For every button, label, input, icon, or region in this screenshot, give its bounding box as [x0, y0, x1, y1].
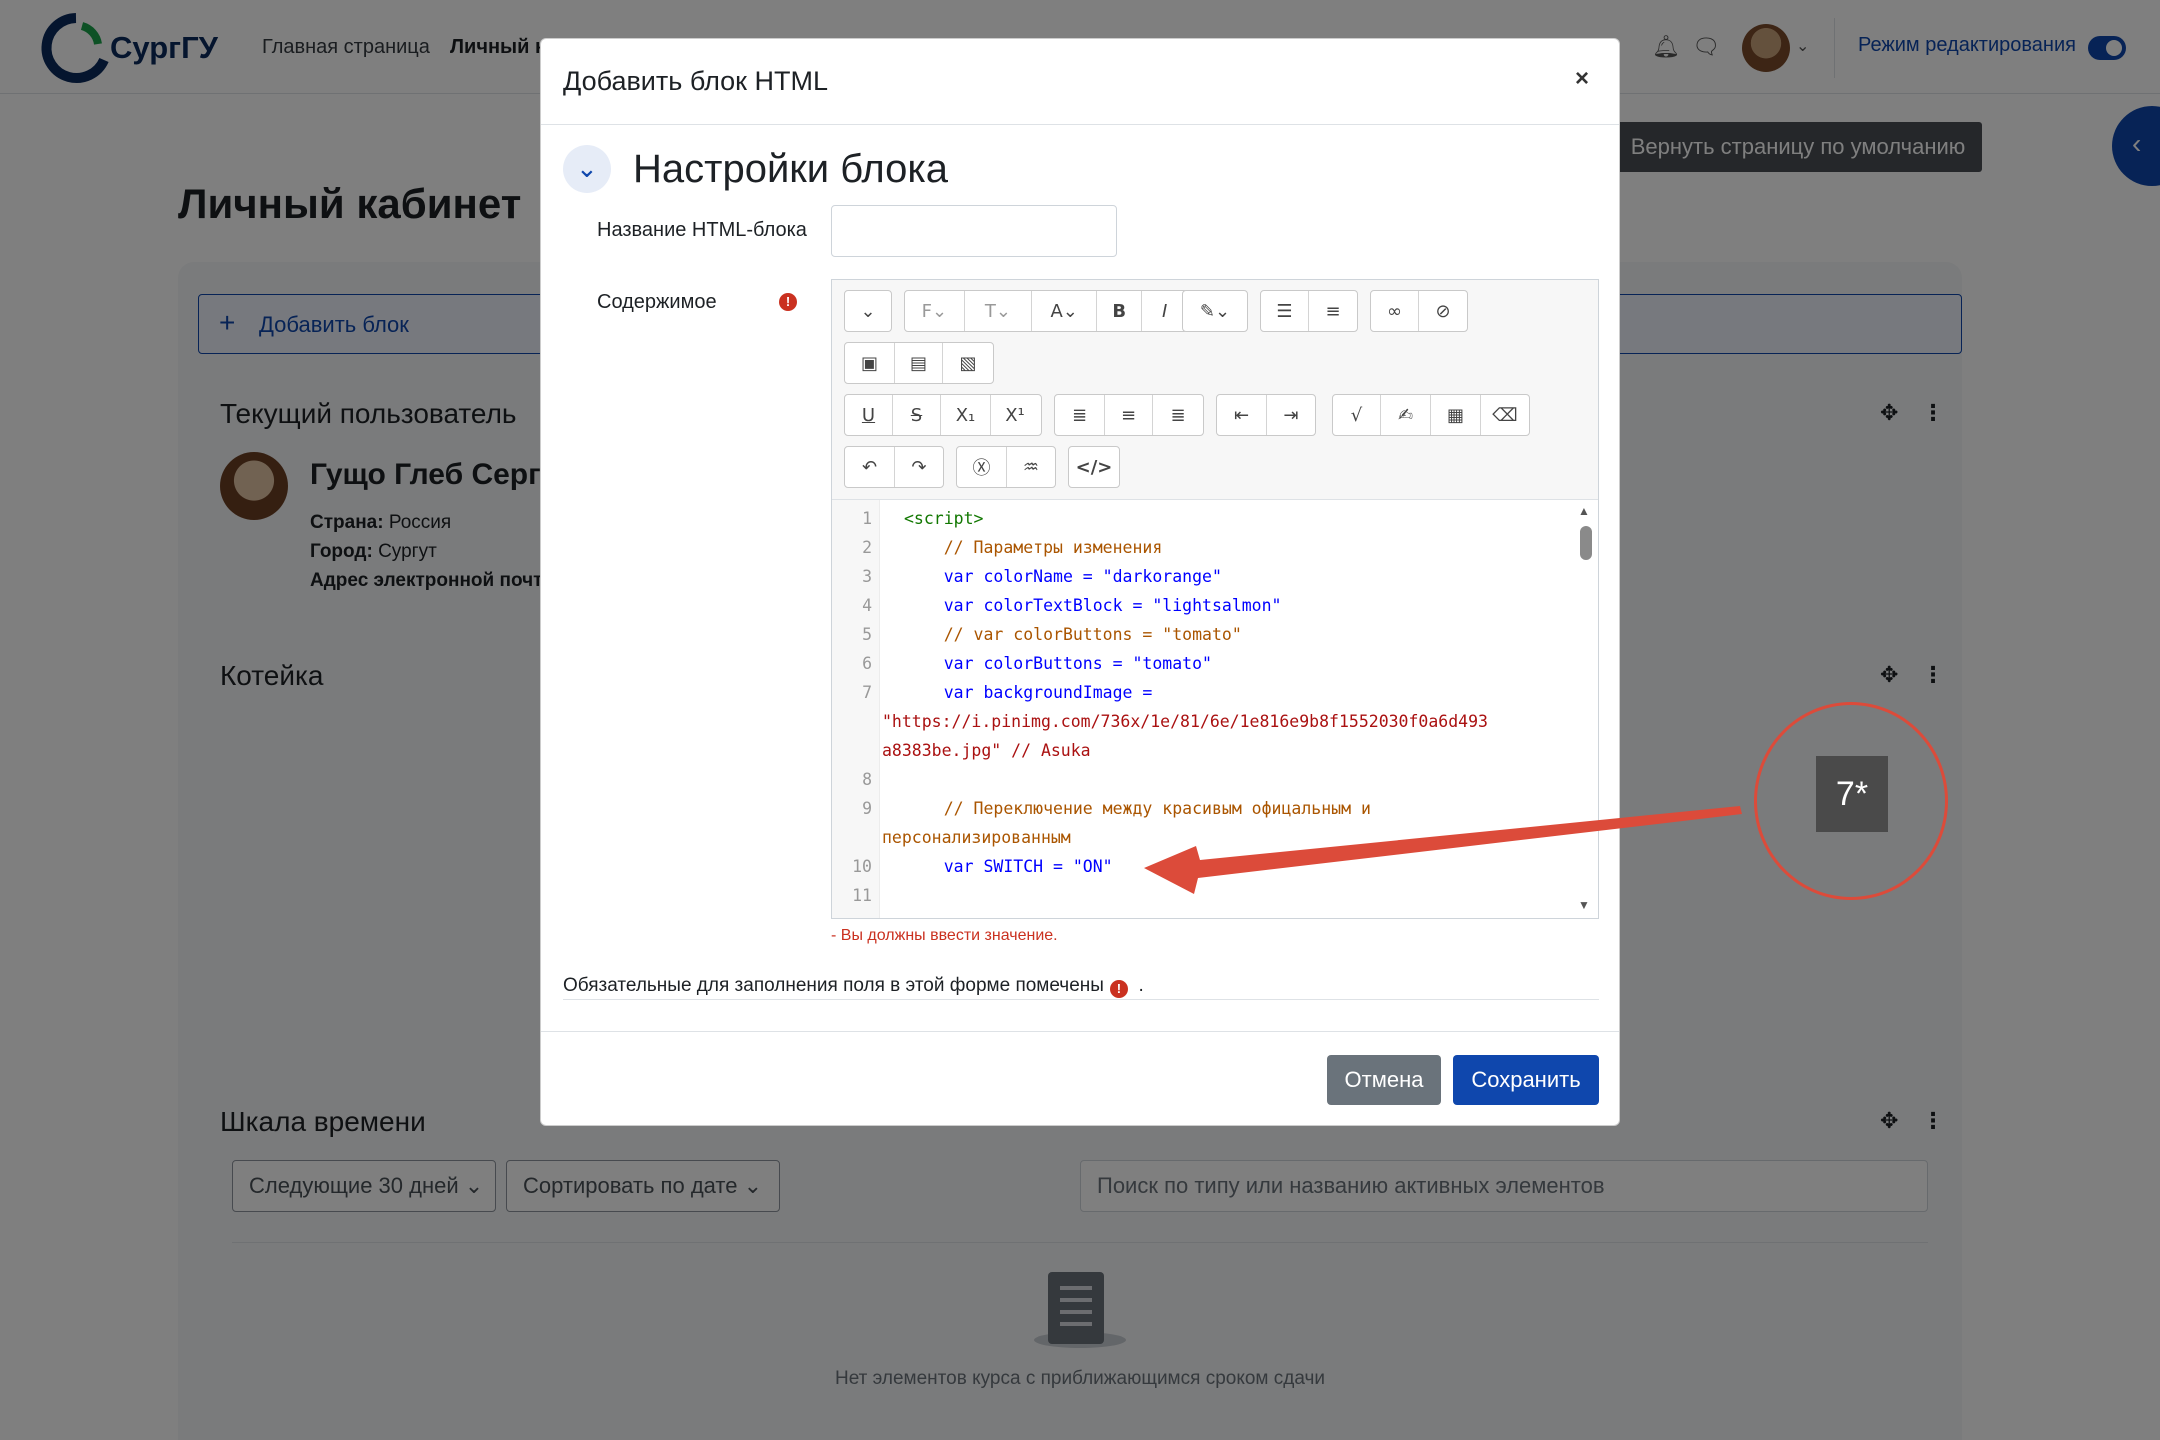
bold-icon[interactable]: B: [1097, 291, 1143, 331]
align-right-icon[interactable]: ≣: [1153, 395, 1203, 435]
editor-toolbar: ⌄ F⌄ T⌄ A⌄ B I ✎⌄ ☰ ≡ ∞ ⊘ ▣ ▤ ▧ U S X₁ X…: [832, 280, 1598, 500]
line-number: 6: [862, 654, 872, 673]
bullet-list-icon[interactable]: ☰: [1261, 291, 1309, 331]
toolbar-group: ▣ ▤ ▧: [844, 342, 994, 384]
screen-reader-icon[interactable]: ♒: [1007, 447, 1055, 487]
code-line: // Переключение между красивым офицальны…: [904, 799, 1371, 818]
toolbar-group: </>: [1068, 446, 1120, 488]
modal-footer-divider: [541, 1031, 1619, 1032]
font-color-icon[interactable]: A⌄: [1032, 291, 1098, 331]
highlight-icon[interactable]: ✎⌄: [1183, 291, 1247, 331]
line-number: 3: [862, 567, 872, 586]
line-number: 4: [862, 596, 872, 615]
divider: [563, 999, 1599, 1000]
add-html-block-dialog: Добавить блок HTML × ⌄ Настройки блока Н…: [540, 38, 1620, 1126]
code-line: var SWITCH = "ON": [904, 857, 1113, 876]
code-line: // var colorButtons = "tomato": [904, 625, 1242, 644]
italic-icon[interactable]: I: [1142, 291, 1187, 331]
block-name-input[interactable]: [831, 205, 1117, 257]
toolbar-group: ⌄: [844, 290, 892, 332]
code-line: var colorName = "darkorange": [904, 567, 1222, 586]
font-size-icon[interactable]: T⌄: [965, 291, 1032, 331]
toolbar-group: F⌄ T⌄ A⌄ B I: [904, 290, 1188, 332]
line-number: 7: [862, 683, 872, 702]
font-family-icon[interactable]: F⌄: [905, 291, 965, 331]
align-left-icon[interactable]: ≣: [1055, 395, 1105, 435]
media-icon[interactable]: ▤: [895, 343, 943, 383]
line-number: 11: [852, 886, 872, 905]
block-name-label: Название HTML-блока: [597, 219, 807, 241]
code-line: // Параметры изменения: [904, 538, 1163, 557]
edit-icon[interactable]: ✍: [1381, 395, 1431, 435]
close-icon[interactable]: ×: [1575, 65, 1589, 93]
content-label: Содержимое: [597, 291, 717, 313]
required-note-text: Обязательные для заполнения поля в этой …: [563, 975, 1104, 996]
toolbar-group: ✎⌄: [1182, 290, 1248, 332]
strikethrough-icon[interactable]: S: [893, 395, 941, 435]
code-line-wrap: "https://i.pinimg.com/736x/1e/81/6e/1e81…: [882, 712, 1488, 731]
modal-title: Добавить блок HTML: [563, 66, 828, 96]
required-icon: !: [1109, 980, 1128, 998]
toolbar-group: ∞ ⊘: [1370, 290, 1468, 332]
image-icon[interactable]: ▣: [845, 343, 895, 383]
line-number: 8: [862, 770, 872, 789]
toolbar-group: U S X₁ X¹: [844, 394, 1042, 436]
code-line: var colorButtons = "tomato": [904, 654, 1212, 673]
save-button[interactable]: Сохранить: [1453, 1055, 1599, 1105]
code-line: <script>: [904, 509, 984, 528]
toolbar-group: ⇤ ⇥: [1216, 394, 1316, 436]
underline-icon[interactable]: U: [845, 395, 893, 435]
modal-header: Добавить блок HTML ×: [541, 39, 1619, 125]
undo-icon[interactable]: ↶: [845, 447, 895, 487]
code-line-wrap: персонализированным: [882, 828, 1071, 847]
toolbar-group: ↶ ↷: [844, 446, 944, 488]
toolbar-group: ≣ ≡ ≣: [1054, 394, 1204, 436]
accessibility-checker-icon[interactable]: Ⓧ: [957, 447, 1007, 487]
outdent-icon[interactable]: ⇤: [1217, 395, 1267, 435]
code-line: var colorTextBlock = "lightsalmon": [904, 596, 1282, 615]
section-collapse-toggle[interactable]: ⌄: [563, 145, 611, 193]
line-number: 10: [852, 857, 872, 876]
html-editor[interactable]: ⌄ F⌄ T⌄ A⌄ B I ✎⌄ ☰ ≡ ∞ ⊘ ▣ ▤ ▧ U S X₁ X…: [831, 279, 1599, 919]
chevron-down-icon: ⌄: [576, 153, 598, 183]
link-icon[interactable]: ∞: [1371, 291, 1419, 331]
line-number: 2: [862, 538, 872, 557]
redo-icon[interactable]: ↷: [895, 447, 943, 487]
code-line: var backgroundImage =: [904, 683, 1153, 702]
code-line-wrap: a8383be.jpg" // Asuka: [882, 741, 1091, 760]
line-number: 9: [862, 799, 872, 818]
code-editor[interactable]: 1 <script> 2 // Параметры изменения 3 va…: [832, 500, 1598, 918]
required-icon: !: [779, 293, 797, 311]
required-fields-note: Обязательные для заполнения поля в этой …: [563, 975, 1144, 998]
numbered-list-icon[interactable]: ≡: [1309, 291, 1357, 331]
scroll-up-icon[interactable]: ▲: [1578, 504, 1590, 518]
scrollbar-thumb[interactable]: [1580, 526, 1592, 560]
align-center-icon[interactable]: ≡: [1105, 395, 1153, 435]
html-source-icon[interactable]: </>: [1069, 447, 1119, 487]
validation-error: - Вы должны ввести значение.: [831, 927, 1058, 944]
toolbar-group: Ⓧ ♒: [956, 446, 1056, 488]
equation-icon[interactable]: √: [1333, 395, 1381, 435]
section-title[interactable]: Настройки блока: [633, 147, 948, 192]
cancel-button[interactable]: Отмена: [1327, 1055, 1441, 1105]
subscript-icon[interactable]: X₁: [941, 395, 991, 435]
scroll-down-icon[interactable]: ▼: [1578, 898, 1590, 912]
required-note-end: .: [1138, 975, 1144, 996]
line-number: 1: [862, 509, 872, 528]
line-number: 5: [862, 625, 872, 644]
unlink-icon[interactable]: ⊘: [1419, 291, 1467, 331]
indent-icon[interactable]: ⇥: [1267, 395, 1315, 435]
annotation-step-badge: 7*: [1816, 756, 1888, 832]
manage-files-icon[interactable]: ▧: [943, 343, 993, 383]
clear-formatting-icon[interactable]: ⌫: [1481, 395, 1529, 435]
toolbar-group: ☰ ≡: [1260, 290, 1358, 332]
table-icon[interactable]: ▦: [1431, 395, 1481, 435]
superscript-icon[interactable]: X¹: [991, 395, 1039, 435]
toolbar-group: √ ✍ ▦ ⌫: [1332, 394, 1530, 436]
toolbar-toggle-chevron-icon[interactable]: ⌄: [845, 291, 891, 331]
